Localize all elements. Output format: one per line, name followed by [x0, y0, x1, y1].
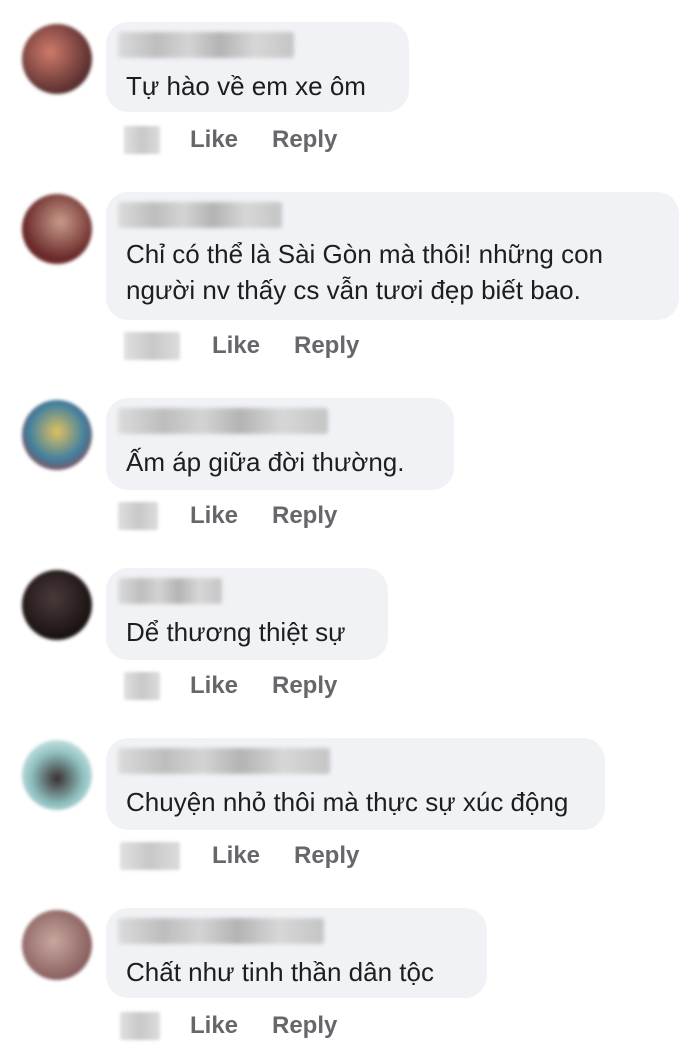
comment-timestamp[interactable] [124, 126, 160, 154]
commenter-name[interactable] [118, 748, 330, 774]
comment-text: Ấm áp giữa đời thường. [126, 447, 405, 477]
avatar[interactable] [22, 194, 92, 264]
comment-timestamp[interactable] [124, 332, 180, 360]
reply-button[interactable]: Reply [294, 838, 359, 874]
comment-bubble: Ấm áp giữa đời thường. [106, 398, 454, 490]
comment-bubble: Dể thương thiệt sự [106, 568, 388, 660]
comment-timestamp[interactable] [120, 842, 180, 870]
commenter-name[interactable] [118, 578, 222, 604]
avatar[interactable] [22, 910, 92, 980]
reply-button[interactable]: Reply [272, 1008, 337, 1044]
comment-text: Chất như tinh thần dân tộc [126, 957, 434, 987]
commenter-name[interactable] [118, 408, 328, 434]
comment-bubble: Tự hào về em xe ôm [106, 22, 409, 112]
avatar[interactable] [22, 24, 92, 94]
avatar[interactable] [22, 740, 92, 810]
comment-bubble: Chất như tinh thần dân tộc [106, 908, 487, 998]
avatar[interactable] [22, 570, 92, 640]
reply-button[interactable]: Reply [272, 498, 337, 534]
commenter-name[interactable] [118, 202, 282, 228]
comment-bubble: Chuyện nhỏ thôi mà thực sự xúc động [106, 738, 605, 830]
comment-timestamp[interactable] [118, 502, 158, 530]
like-button[interactable]: Like [190, 668, 238, 704]
reply-button[interactable]: Reply [272, 122, 337, 158]
like-button[interactable]: Like [190, 498, 238, 534]
comment-text: Chuyện nhỏ thôi mà thực sự xúc động [126, 787, 569, 817]
comment-text: Chỉ có thể là Sài Gòn mà thôi! những con… [126, 239, 604, 305]
commenter-name[interactable] [118, 918, 324, 944]
comment-bubble: Chỉ có thể là Sài Gòn mà thôi! những con… [106, 192, 679, 320]
commenter-name[interactable] [118, 32, 294, 58]
comment-text: Dể thương thiệt sự [126, 617, 346, 647]
reply-button[interactable]: Reply [294, 328, 359, 364]
comment-text: Tự hào về em xe ôm [126, 71, 366, 101]
like-button[interactable]: Like [190, 1008, 238, 1044]
like-button[interactable]: Like [212, 838, 260, 874]
comment-timestamp[interactable] [120, 1012, 160, 1040]
comment-timestamp[interactable] [124, 672, 160, 700]
avatar[interactable] [22, 400, 92, 470]
reply-button[interactable]: Reply [272, 668, 337, 704]
like-button[interactable]: Like [190, 122, 238, 158]
like-button[interactable]: Like [212, 328, 260, 364]
